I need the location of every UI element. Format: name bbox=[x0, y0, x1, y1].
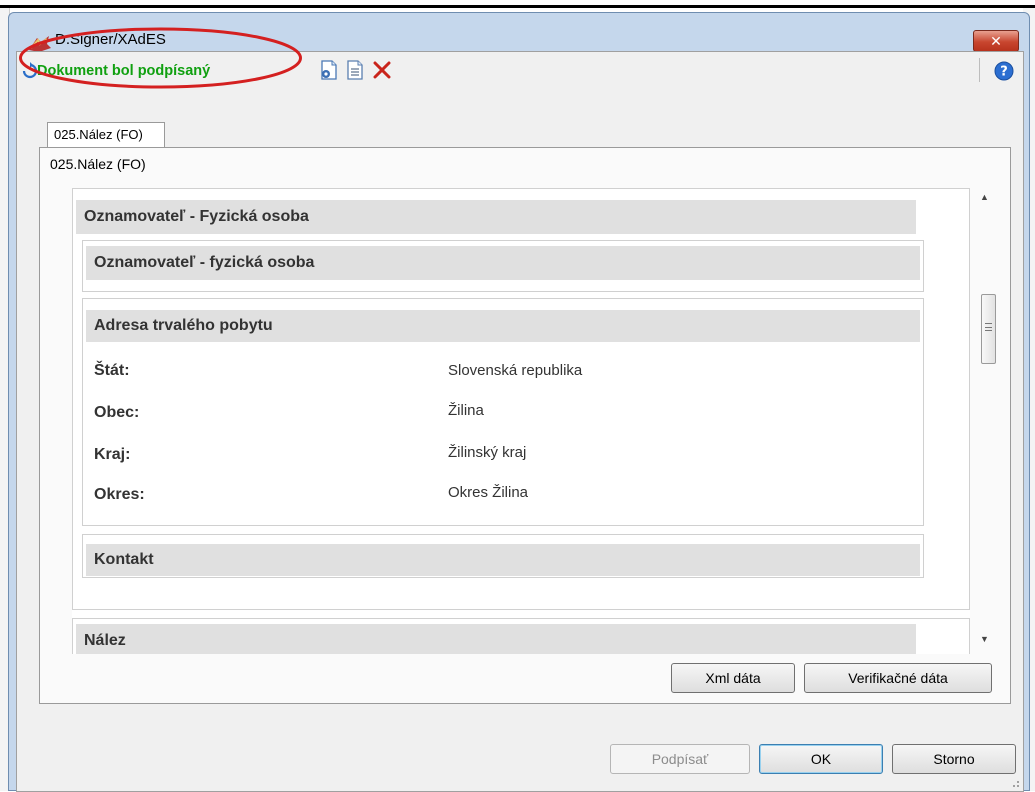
toolbar-separator bbox=[979, 58, 980, 82]
scrollbar-thumb[interactable] bbox=[981, 294, 996, 364]
vertical-scrollbar[interactable]: ▲ ▼ bbox=[975, 188, 1001, 654]
district-value: Okres Žilina bbox=[448, 484, 529, 501]
resize-grip-icon[interactable] bbox=[1010, 778, 1020, 788]
sign-button[interactable]: Podpísať bbox=[610, 744, 750, 774]
municipality-label: Obec: bbox=[94, 404, 140, 421]
region-value: Žilinský kraj bbox=[448, 444, 527, 461]
title-bar[interactable]: D.Signer/XAdES ✕ bbox=[9, 13, 1029, 53]
notifier-section-header: Oznamovateľ - Fyzická osoba bbox=[76, 200, 916, 234]
background-window-edge bbox=[0, 0, 1035, 8]
state-value: Slovenská republika bbox=[448, 362, 583, 379]
verification-data-button[interactable]: Verifikačné dáta bbox=[804, 663, 992, 693]
document-icon[interactable] bbox=[343, 58, 367, 82]
municipality-value: Žilina bbox=[448, 402, 484, 419]
settings-document-icon[interactable] bbox=[317, 58, 341, 82]
scrollbar-grip-icon bbox=[985, 323, 992, 331]
person-section-header: Oznamovateľ - fyzická osoba bbox=[86, 246, 920, 280]
finding-section-header: Nález bbox=[76, 624, 916, 654]
window-title: D.Signer/XAdES bbox=[55, 31, 166, 48]
contact-section-header: Kontakt bbox=[86, 544, 920, 576]
svg-text:?: ? bbox=[1000, 65, 1008, 80]
document-heading: 025.Nález (FO) bbox=[50, 156, 146, 172]
delete-icon[interactable] bbox=[370, 58, 394, 82]
document-view[interactable]: Oznamovateľ - Fyzická osoba Oznamovateľ … bbox=[72, 188, 970, 654]
tab-document[interactable]: 025.Nález (FO) bbox=[47, 122, 165, 148]
tab-label: 025.Nález (FO) bbox=[54, 127, 143, 142]
district-label: Okres: bbox=[94, 486, 145, 503]
cancel-button[interactable]: Storno bbox=[892, 744, 1016, 774]
close-button[interactable]: ✕ bbox=[973, 30, 1019, 52]
signer-dialog: D.Signer/XAdES ✕ Dokument bol podpísaný bbox=[8, 12, 1030, 792]
signed-status-text: Dokument bol podpísaný bbox=[37, 63, 211, 79]
close-icon: ✕ bbox=[990, 33, 1002, 49]
help-icon[interactable]: ? bbox=[993, 60, 1015, 82]
dialog-client-area: Dokument bol podpísaný ? 025.Nález (FO) … bbox=[16, 51, 1024, 792]
address-section-header: Adresa trvalého pobytu bbox=[86, 310, 920, 342]
scroll-down-arrow-icon[interactable]: ▼ bbox=[980, 634, 989, 644]
scroll-up-arrow-icon[interactable]: ▲ bbox=[980, 192, 989, 202]
document-panel: 025.Nález (FO) Oznamovateľ - Fyzická oso… bbox=[39, 147, 1011, 704]
toolbar: Dokument bol podpísaný ? bbox=[17, 52, 1023, 88]
ok-button[interactable]: OK bbox=[759, 744, 883, 774]
region-label: Kraj: bbox=[94, 446, 131, 463]
state-label: Štát: bbox=[94, 362, 130, 379]
xml-data-button[interactable]: Xml dáta bbox=[671, 663, 795, 693]
